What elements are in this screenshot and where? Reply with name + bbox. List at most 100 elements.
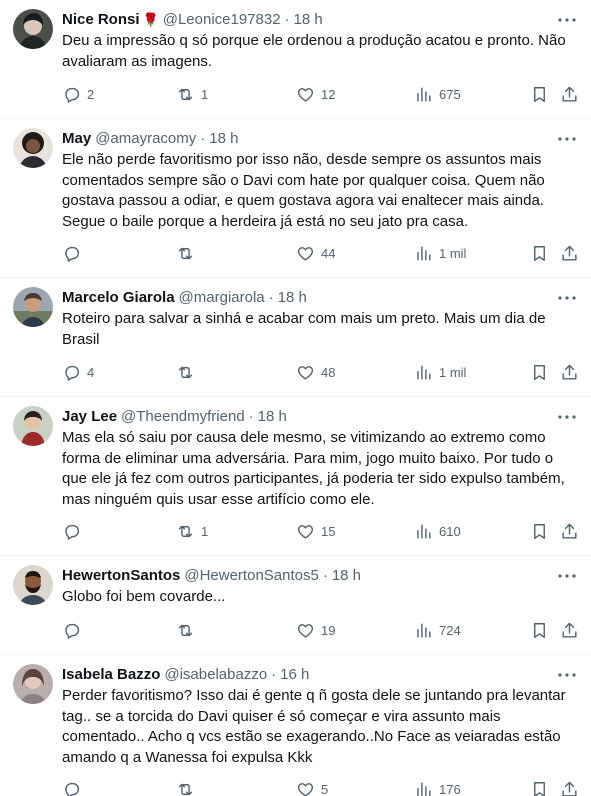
author-handle[interactable]: @margiarola: [179, 288, 265, 308]
timestamp[interactable]: 18 h: [258, 407, 287, 427]
tweet-header: HewertonSantos @HewertonSantos5 · 18 h: [62, 566, 575, 586]
view-count: 610: [439, 523, 461, 539]
timestamp[interactable]: 16 h: [280, 665, 309, 685]
retweet-button[interactable]: [176, 362, 201, 382]
share-icon: [562, 86, 577, 102]
tweet[interactable]: Nice Ronsi 🌹 @Leonice197832 · 18 h Deu a…: [0, 0, 591, 119]
timestamp[interactable]: 18 h: [332, 566, 361, 586]
action-bar: 5 176: [62, 771, 577, 796]
share-button[interactable]: [560, 779, 579, 796]
author-handle[interactable]: @isabelabazzo: [164, 665, 267, 685]
views-button[interactable]: 724: [414, 620, 461, 640]
like-button[interactable]: 19: [296, 620, 335, 640]
retweet-button[interactable]: 1: [176, 521, 208, 541]
bookmark-icon: [534, 86, 545, 102]
reply-button[interactable]: 4: [62, 362, 94, 382]
author-handle[interactable]: @amayracomy: [95, 129, 196, 149]
like-button[interactable]: 44: [296, 243, 335, 263]
author-name[interactable]: Isabela Bazzo: [62, 665, 160, 685]
author-handle[interactable]: @Leonice197832: [163, 10, 281, 30]
author-name[interactable]: Jay Lee: [62, 407, 117, 427]
reply-button[interactable]: [62, 521, 87, 541]
like-button[interactable]: 5: [296, 779, 328, 796]
tweet-header: May @amayracomy · 18 h: [62, 129, 575, 149]
separator-dot: ·: [200, 130, 206, 147]
reply-button[interactable]: [62, 620, 87, 640]
avatar[interactable]: [13, 664, 53, 704]
author-name[interactable]: HewertonSantos: [62, 566, 180, 586]
reply-icon: [65, 246, 80, 262]
bookmark-button[interactable]: [530, 521, 549, 541]
more-options-icon[interactable]: [556, 129, 578, 149]
reply-button[interactable]: 2: [62, 84, 94, 104]
more-options-icon[interactable]: [556, 10, 578, 30]
more-options-icon[interactable]: [556, 665, 578, 685]
heart-icon: [297, 524, 314, 539]
author-handle[interactable]: @Theendmyfriend: [121, 407, 245, 427]
retweet-button[interactable]: [176, 779, 201, 796]
heart-icon: [297, 87, 314, 102]
timestamp[interactable]: 18 h: [278, 288, 307, 308]
share-button[interactable]: [560, 84, 579, 104]
retweet-button[interactable]: 1: [176, 84, 208, 104]
like-button[interactable]: 15: [296, 521, 335, 541]
bookmark-button[interactable]: [530, 84, 549, 104]
bookmark-button[interactable]: [530, 243, 549, 263]
share-button[interactable]: [560, 620, 579, 640]
more-options-icon[interactable]: [556, 566, 578, 586]
tweet[interactable]: Jay Lee @Theendmyfriend · 18 h Mas ela s…: [0, 397, 591, 556]
heart-icon: [297, 623, 314, 638]
reply-button[interactable]: [62, 243, 87, 263]
views-button[interactable]: 610: [414, 521, 461, 541]
view-count: 176: [439, 781, 461, 796]
share-icon: [562, 781, 577, 796]
like-button[interactable]: 12: [296, 84, 335, 104]
views-chart-icon: [417, 364, 431, 380]
avatar[interactable]: [13, 9, 53, 49]
timestamp[interactable]: 18 h: [294, 10, 323, 30]
views-chart-icon: [417, 86, 431, 102]
views-button[interactable]: 1 mil: [414, 362, 466, 382]
bookmark-button[interactable]: [530, 779, 549, 796]
more-options-icon[interactable]: [556, 288, 578, 308]
retweet-icon: [178, 247, 193, 259]
like-count: 48: [321, 364, 336, 380]
heart-icon: [297, 365, 314, 380]
share-button[interactable]: [560, 362, 579, 382]
separator-dot: ·: [284, 11, 290, 28]
author-name[interactable]: May: [62, 129, 91, 149]
author-handle[interactable]: @HewertonSantos5: [184, 566, 318, 586]
views-button[interactable]: 675: [414, 84, 461, 104]
avatar[interactable]: [13, 565, 53, 605]
author-name[interactable]: Marcelo Giarola: [62, 288, 175, 308]
action-bar: 4 48 1 mil: [62, 354, 577, 394]
heart-icon: [297, 782, 314, 796]
views-button[interactable]: 176: [414, 779, 461, 796]
reply-icon: [65, 365, 80, 381]
avatar[interactable]: [13, 406, 53, 446]
reply-count: 2: [87, 86, 95, 102]
tweet[interactable]: Isabela Bazzo @isabelabazzo · 16 h Perde…: [0, 655, 591, 796]
share-button[interactable]: [560, 521, 579, 541]
separator-dot: ·: [322, 567, 328, 584]
bookmark-button[interactable]: [530, 620, 549, 640]
reply-button[interactable]: [62, 779, 87, 796]
share-button[interactable]: [560, 243, 579, 263]
tweet[interactable]: Marcelo Giarola @margiarola · 18 h Rotei…: [0, 278, 591, 397]
more-options-icon[interactable]: [556, 407, 578, 427]
avatar[interactable]: [13, 287, 53, 327]
like-button[interactable]: 48: [296, 362, 335, 382]
avatar[interactable]: [13, 128, 53, 168]
action-bar: 19 724: [62, 612, 577, 652]
tweet[interactable]: HewertonSantos @HewertonSantos5 · 18 h G…: [0, 556, 591, 655]
tweet-text: Globo foi bem covarde...: [62, 588, 226, 605]
bookmark-button[interactable]: [530, 362, 549, 382]
retweet-button[interactable]: [176, 243, 201, 263]
action-bar: 1 15 610: [62, 513, 577, 553]
author-name[interactable]: Nice Ronsi: [62, 10, 140, 30]
views-button[interactable]: 1 mil: [414, 243, 466, 263]
bookmark-icon: [534, 781, 545, 796]
timestamp[interactable]: 18 h: [209, 129, 238, 149]
tweet[interactable]: May @amayracomy · 18 h Ele não perde fav…: [0, 119, 591, 278]
retweet-button[interactable]: [176, 620, 201, 640]
